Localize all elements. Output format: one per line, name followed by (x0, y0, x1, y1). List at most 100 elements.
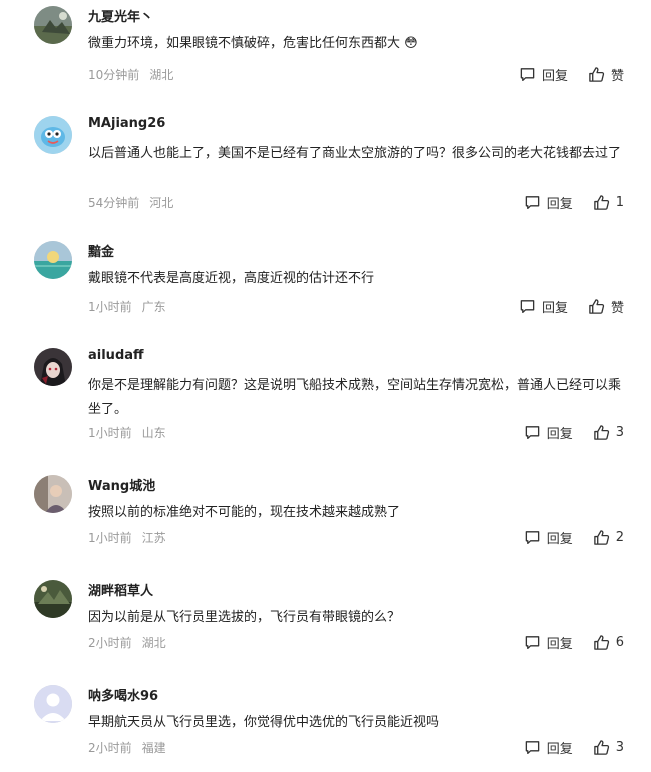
comment-author[interactable]: 黯金 (88, 241, 114, 260)
reply-button[interactable]: 回复 (524, 738, 573, 757)
like-button[interactable]: 赞 (588, 297, 624, 316)
reply-label: 回复 (546, 197, 573, 212)
like-count: 1 (615, 195, 624, 210)
avatar[interactable] (34, 685, 72, 723)
comment-text: 以后普通人也能上了，美国不是已经有了商业太空旅游的了吗？很多公司的老大花钱都去过… (88, 146, 622, 161)
reply-button[interactable]: 回复 (519, 65, 568, 84)
comment-item: MAjiang26 以后普通人也能上了，美国不是已经有了商业太空旅游的了吗？很多… (0, 110, 651, 220)
avatar-cartoon-fish-icon (34, 116, 72, 154)
like-count: 赞 (610, 301, 624, 316)
comment-author[interactable]: Wang城池 (88, 475, 155, 494)
comment-location: 湖北 (149, 68, 174, 82)
comment-bubble-icon (520, 68, 535, 82)
comment-meta: 2小时前 福建 (88, 739, 166, 756)
comment-text: 早期航天员从飞行员里选，你觉得优中选优的飞行员能近视吗 (88, 715, 440, 730)
comment-bubble-icon (525, 741, 540, 755)
thumbs-up-icon (593, 635, 609, 650)
comment-time: 1小时前 (88, 531, 132, 545)
thumbs-up-icon (589, 299, 605, 314)
comment-meta: 1小时前 江苏 (88, 529, 166, 546)
comment-meta: 1小时前 山东 (88, 424, 166, 441)
thumbs-up-icon (593, 425, 609, 440)
comment-item: Wang城池 按照以前的标准绝对不可能的，现在技术越来越成熟了 1小时前 江苏 回… (0, 469, 651, 559)
avatar-landscape-icon (34, 580, 72, 618)
comment-item: 九夏光年丶 微重力环境，如果眼镜不慎破碎，危害比任何东西都大 😳 10分钟前 湖北… (0, 0, 651, 100)
like-button[interactable]: 3 (593, 739, 624, 756)
reply-label: 回复 (546, 742, 573, 757)
avatar-landscape-icon (34, 6, 72, 44)
comment-item: 湖畔稻草人 因为以前是从飞行员里选拔的，飞行员有带眼镜的么？ 2小时前 湖北 回复… (0, 574, 651, 664)
comment-meta: 1小时前 广东 (88, 298, 166, 315)
comment-text: 戴眼镜不代表是高度近视，高度近视的估计还不行 (88, 271, 375, 286)
reply-label: 回复 (546, 637, 573, 652)
avatar[interactable] (34, 348, 72, 386)
comment-actions: 回复 赞 (519, 297, 624, 316)
avatar-default-user-icon (34, 685, 72, 723)
comment-item: 黯金 戴眼镜不代表是高度近视，高度近视的估计还不行 1小时前 广东 回复 赞 (0, 235, 651, 325)
comment-location: 福建 (141, 741, 166, 755)
reply-button[interactable]: 回复 (524, 528, 573, 547)
avatar[interactable] (34, 116, 72, 154)
avatar-anime-character-icon (34, 348, 72, 386)
like-button[interactable]: 1 (593, 194, 624, 211)
reply-label: 回复 (541, 301, 568, 316)
like-count: 赞 (610, 69, 624, 84)
comment-actions: 回复 2 (524, 528, 624, 547)
avatar-sunset-sea-icon (34, 241, 72, 279)
comment-time: 2小时前 (88, 636, 132, 650)
comment-meta: 54分钟前 河北 (88, 194, 173, 211)
comment-item: ailudaff 你是不是理解能力有问题？这是说明飞船技术成熟，空间站生存情况宽… (0, 342, 651, 452)
reply-button[interactable]: 回复 (524, 423, 573, 442)
thumbs-up-icon (593, 740, 609, 755)
comment-actions: 回复 3 (524, 738, 624, 757)
comment-bubble-icon (525, 426, 540, 440)
comment-time: 10分钟前 (88, 68, 140, 82)
comment-item: 呐多喝水96 早期航天员从飞行员里选，你觉得优中选优的飞行员能近视吗 2小时前福… (0, 679, 651, 772)
comment-time: 1小时前 (88, 426, 132, 440)
comment-location: 广东 (141, 300, 166, 314)
comment-location: 湖北 (141, 636, 166, 650)
reply-label: 回复 (546, 427, 573, 442)
reply-button[interactable]: 回复 (524, 633, 573, 652)
comment-location: 江苏 (141, 531, 166, 545)
comment-list: 九夏光年丶 微重力环境，如果眼镜不慎破碎，危害比任何东西都大 😳 10分钟前 湖北… (0, 0, 651, 772)
comment-bubble-icon (525, 531, 540, 545)
like-count: 3 (615, 425, 624, 440)
avatar[interactable] (34, 580, 72, 618)
reply-label: 回复 (546, 532, 573, 547)
thumbs-up-icon (593, 530, 609, 545)
comment-location: 山东 (141, 426, 166, 440)
comment-time: 1小时前 (88, 300, 132, 314)
avatar[interactable] (34, 475, 72, 513)
like-count: 3 (615, 740, 624, 755)
comment-actions: 回复 3 (524, 423, 624, 442)
like-button[interactable]: 赞 (588, 65, 624, 84)
like-button[interactable]: 2 (593, 529, 624, 546)
comment-text: 按照以前的标准绝对不可能的，现在技术越来越成熟了 (88, 505, 401, 520)
avatar-photo-icon (34, 475, 72, 513)
thumbs-up-icon (593, 195, 609, 210)
comment-author[interactable]: 九夏光年丶 (88, 6, 153, 25)
comment-author[interactable]: 湖畔稻草人 (88, 580, 153, 599)
comment-actions: 回复 6 (524, 633, 624, 652)
comment-text: 微重力环境，如果眼镜不慎破碎，危害比任何东西都大 😳 (88, 36, 418, 51)
avatar[interactable] (34, 6, 72, 44)
comment-text: 你是不是理解能力有问题？这是说明飞船技术成熟，空间站生存情况宽松，普通人已经可以… (88, 378, 622, 417)
comment-meta: 10分钟前 湖北 (88, 66, 173, 83)
comment-bubble-icon (520, 300, 535, 314)
like-count: 2 (615, 530, 624, 545)
comment-meta: 2小时前 湖北 (88, 634, 166, 651)
reply-button[interactable]: 回复 (524, 193, 573, 212)
comment-text: 因为以前是从飞行员里选拔的，飞行员有带眼镜的么？ (88, 610, 401, 625)
like-button[interactable]: 6 (593, 634, 624, 651)
comment-location: 河北 (149, 196, 174, 210)
avatar[interactable] (34, 241, 72, 279)
comment-bubble-icon (525, 636, 540, 650)
comment-author[interactable]: MAjiang26 (88, 116, 165, 131)
comment-author[interactable]: 呐多喝水96 (88, 685, 158, 704)
comment-time: 54分钟前 (88, 196, 140, 210)
comment-actions: 回复 赞 (519, 65, 624, 84)
reply-button[interactable]: 回复 (519, 297, 568, 316)
comment-author[interactable]: ailudaff (88, 348, 144, 363)
like-button[interactable]: 3 (593, 424, 624, 441)
